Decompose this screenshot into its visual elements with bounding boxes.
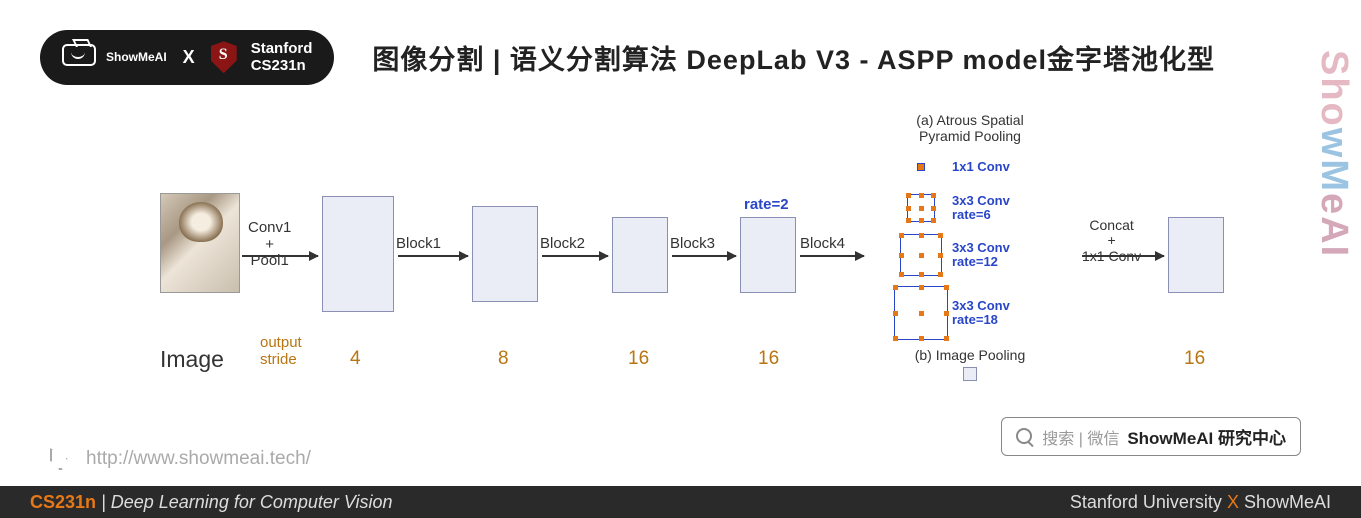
conn-block3: Block3 — [670, 236, 715, 253]
stride-16b: 16 — [758, 348, 779, 370]
block-1 — [472, 206, 538, 302]
aspp-1x1: 1x1 Conv — [890, 149, 1070, 185]
conn-concat: Concat + 1x1 Conv — [1082, 218, 1141, 264]
conv1x1-icon — [917, 163, 925, 171]
arrow-icon — [542, 255, 608, 257]
arrow-icon — [1082, 255, 1164, 257]
page-title: 图像分割 | 语义分割算法 DeepLab V3 - ASPP model金字塔… — [372, 38, 1215, 77]
cursor-icon — [50, 448, 72, 470]
output-stride-label: output stride — [260, 335, 302, 368]
conv3x3-r18-icon — [894, 286, 948, 340]
brace-left-icon: { — [864, 116, 880, 402]
header: ShowMeAI X Stanford CS231n 图像分割 | 语义分割算法… — [0, 0, 1361, 95]
aspp-rate6: 3x3 Conv rate=6 — [890, 190, 1070, 226]
arrow-icon — [242, 255, 318, 257]
tv-icon — [62, 44, 96, 70]
arrow-icon — [672, 255, 736, 257]
brand-badge: ShowMeAI X Stanford CS231n — [40, 30, 334, 85]
aspp-rate12: 3x3 Conv rate=12 — [890, 231, 1070, 279]
arrow-icon — [800, 255, 864, 257]
block-2 — [612, 217, 668, 293]
conn-block1: Block1 — [396, 236, 441, 253]
search-hint: 搜索 | 微信 — [1042, 425, 1119, 449]
aspp-imgpool-label: (b) Image Pooling — [870, 347, 1070, 363]
conn-block2: Block2 — [540, 236, 585, 253]
course-name: Stanford CS231n — [251, 40, 313, 75]
input-image — [160, 193, 240, 293]
conn-block4: Block4 — [800, 236, 845, 253]
search-pill[interactable]: 搜索 | 微信 ShowMeAI 研究中心 — [1001, 417, 1301, 456]
conv3x3-r12-icon — [900, 234, 942, 276]
input-label: Image — [160, 346, 224, 373]
badge-x: X — [183, 47, 195, 68]
footer: CS231n | Deep Learning for Computer Visi… — [0, 486, 1361, 518]
arrow-icon — [398, 255, 468, 257]
search-brand: ShowMeAI 研究中心 — [1127, 424, 1286, 449]
watermark-vertical: ShowMeAI — [1312, 50, 1355, 258]
conv3x3-r6-icon — [907, 194, 935, 222]
source-url: http://www.showmeai.tech/ — [50, 448, 311, 470]
rate2-label: rate=2 — [744, 196, 789, 213]
image-pool-icon — [963, 367, 977, 381]
footer-left: CS231n | Deep Learning for Computer Visi… — [30, 492, 393, 513]
aspp-title: (a) Atrous Spatial Pyramid Pooling — [870, 112, 1070, 144]
stride-8: 8 — [498, 348, 509, 370]
footer-right: Stanford University X ShowMeAI — [1070, 492, 1331, 513]
stanford-shield-icon — [211, 41, 237, 73]
stride-16a: 16 — [628, 348, 649, 370]
block-3 — [740, 217, 796, 293]
stride-4: 4 — [350, 348, 361, 370]
aspp-rate18: 3x3 Conv rate=18 — [890, 284, 1070, 342]
brace-right-icon: { — [1060, 116, 1076, 402]
search-icon — [1016, 428, 1034, 446]
aspp-module: { { (a) Atrous Spatial Pyramid Pooling 1… — [870, 110, 1070, 420]
block-output — [1168, 217, 1224, 293]
stride-16c: 16 — [1184, 348, 1205, 370]
conn-conv1: Conv1 + Pool1 — [248, 220, 291, 270]
architecture-diagram: Image output stride Conv1 + Pool1 Block1… — [60, 118, 1301, 418]
badge-brand: ShowMeAI — [106, 50, 167, 64]
block-conv1pool1 — [322, 196, 394, 312]
